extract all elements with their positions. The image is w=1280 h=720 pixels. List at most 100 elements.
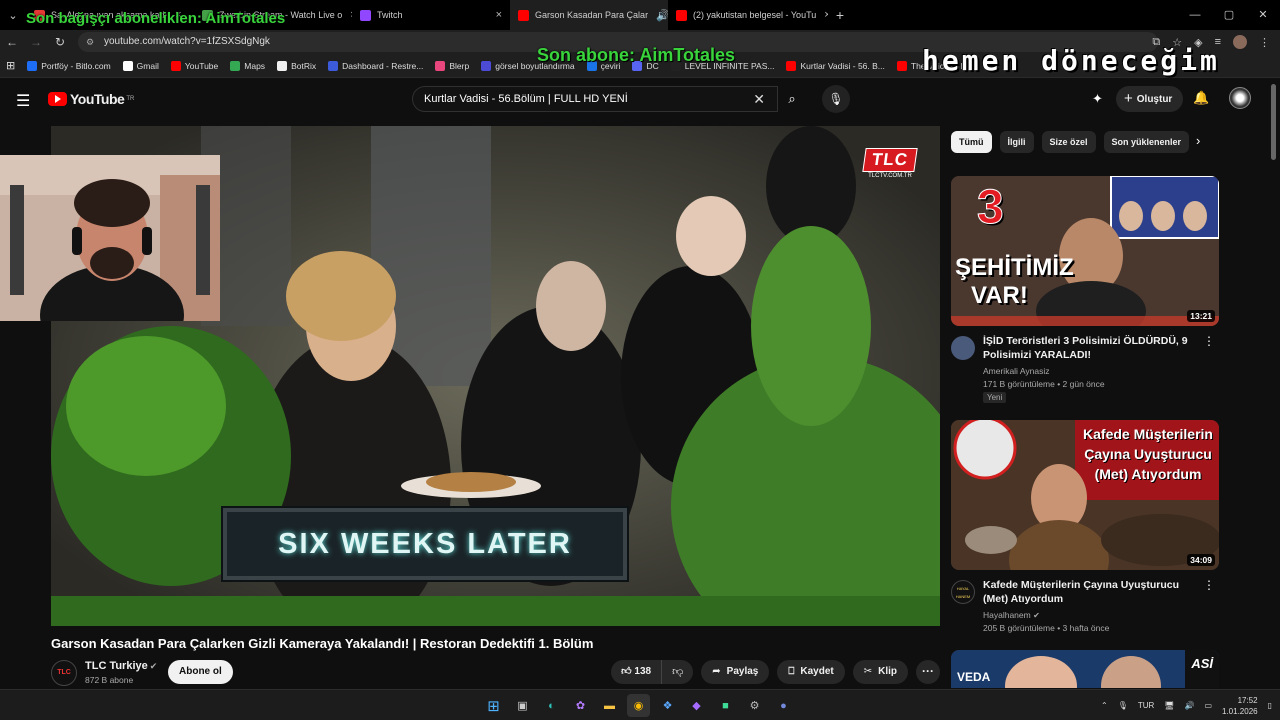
maximize-button[interactable]: ▢ <box>1212 0 1246 30</box>
thumb-number: 3 <box>977 181 1005 235</box>
channel-name[interactable]: TLC Turkiye ✔ <box>85 660 157 672</box>
save-button[interactable]: ⎕ Kaydet <box>777 660 845 684</box>
clear-search-icon[interactable]: ✕ <box>753 87 765 111</box>
chip-for-you[interactable]: Size özel <box>1041 131 1096 153</box>
bookmark-label: YouTube <box>184 60 219 71</box>
reload-button[interactable]: ↻ <box>48 35 72 49</box>
recommended-video[interactable]: 3 ŞEHİTİMİZ VAR! 13:21 İŞİD Teröristleri… <box>951 176 1219 406</box>
chevron-right-icon[interactable]: › <box>1196 133 1200 148</box>
chip-all[interactable]: Tümü <box>951 131 992 153</box>
notifications-icon[interactable]: ▯ <box>1268 701 1272 710</box>
file-explorer-icon[interactable]: ▬ <box>598 694 621 717</box>
chip-related[interactable]: İlgili <box>999 131 1034 153</box>
back-button[interactable]: ← <box>0 35 24 49</box>
tab-audio-icon[interactable]: 🔊 <box>656 9 668 22</box>
new-tab-button[interactable]: + <box>828 7 852 23</box>
bookmark-favicon <box>27 60 38 71</box>
discord-icon[interactable]: ● <box>772 694 795 717</box>
tab-favicon <box>676 9 687 21</box>
recommended-channel[interactable]: Hayalhanem ✔ <box>983 610 1040 620</box>
share-button[interactable]: ➦ Paylaş <box>701 660 770 684</box>
bookmark-item[interactable]: YouTube <box>170 60 219 71</box>
youtube-logo[interactable]: YouTube TR <box>48 91 134 107</box>
browser-menu-icon[interactable]: ⋮ <box>1259 36 1270 49</box>
create-button[interactable]: + Oluştur <box>1116 86 1184 112</box>
channel-avatar[interactable]: TLC <box>51 660 77 686</box>
channel-name-text: Hayalhanem <box>983 610 1031 620</box>
language-indicator[interactable]: TUR <box>1138 701 1154 710</box>
bookmark-item[interactable]: BotRix <box>277 60 316 71</box>
search-button[interactable]: ⌕ <box>778 86 806 112</box>
edge-icon[interactable]: ◐ <box>540 694 563 717</box>
copilot-icon[interactable]: ✿ <box>569 694 592 717</box>
bookmark-item[interactable]: Portföy - Bitlo.com <box>27 60 111 71</box>
tab-close-icon[interactable]: × <box>824 9 828 21</box>
video-thumbnail[interactable]: VEDA ASİ <box>951 650 1219 688</box>
tab-close-icon[interactable]: × <box>496 9 502 21</box>
channel-avatar[interactable] <box>951 336 975 360</box>
app-icon[interactable]: ■ <box>714 694 737 717</box>
clip-button[interactable]: ✂ Klip <box>852 660 908 684</box>
video-duration: 13:21 <box>1187 310 1215 322</box>
tab-search-icon[interactable]: ⌄ <box>0 9 26 22</box>
recommended-title[interactable]: Kafede Müşterilerin Çayına Uyuşturucu (M… <box>983 578 1203 606</box>
browser-tab-active[interactable]: Garson Kasadan Para Çalar 🔊 × <box>510 0 668 30</box>
overlay-brb-text: hemen döneceğim <box>922 44 1220 77</box>
tab-label: Twitch <box>377 10 403 20</box>
browser-tab[interactable]: Twitch × <box>352 0 510 30</box>
more-options-icon[interactable]: ⋮ <box>1203 578 1215 592</box>
taskbar: ⊞ ▣ ◐ ✿ ▬ ◉ ❖ ◆ ■ ⚙ ● ⌃ 🎙 TUR 🖥 🔊 ▭ 17:5… <box>0 689 1280 720</box>
recommended-channel[interactable]: Amerikali Aynasiz <box>983 366 1049 376</box>
battery-icon[interactable]: ▭ <box>1204 701 1212 710</box>
browser-tab[interactable]: (2) yakutistan belgesel - YouTu × <box>668 0 828 30</box>
thumb-text-line: ŞEHİTİMİZ <box>955 254 1074 281</box>
like-button[interactable]: 👍︎ 138 <box>611 660 663 684</box>
tab-favicon <box>518 9 529 21</box>
account-avatar[interactable] <box>1229 87 1251 109</box>
chip-recent[interactable]: Son yüklenenler <box>1103 131 1190 153</box>
settings-icon[interactable]: ⚙ <box>743 694 766 717</box>
recommended-title[interactable]: İŞİD Teröristleri 3 Polisimizi ÖLDÜRDÜ, … <box>983 334 1203 362</box>
site-info-icon[interactable]: ⚙ <box>86 32 94 52</box>
video-thumbnail[interactable]: 3 ŞEHİTİMİZ VAR! 13:21 <box>951 176 1219 326</box>
network-icon[interactable]: 🖥 <box>1164 701 1174 710</box>
minimize-button[interactable]: — <box>1178 0 1212 30</box>
bookmark-list: Portföy - Bitlo.com Gmail YouTube Maps BotRi… <box>27 60 987 71</box>
premium-icon[interactable]: ✦ <box>1092 91 1103 107</box>
subscribe-button[interactable]: Abone ol <box>168 660 233 684</box>
microphone-icon[interactable]: 🎙 <box>1118 701 1128 710</box>
more-actions-button[interactable]: ··· <box>916 660 940 684</box>
profile-avatar[interactable] <box>1233 35 1247 49</box>
page-scrollbar[interactable] <box>1271 84 1276 160</box>
chrome-icon[interactable]: ◉ <box>627 694 650 717</box>
close-window-button[interactable]: ✕ <box>1246 0 1280 30</box>
bookmark-item[interactable]: Maps <box>230 60 265 71</box>
chevron-up-icon[interactable]: ⌃ <box>1101 701 1108 710</box>
forward-button[interactable]: → <box>24 35 48 49</box>
recommended-video[interactable]: VEDA ASİ <box>951 650 1219 688</box>
thumb-headline: Kafede Müşterilerin Çayına Uyuşturucu (M… <box>1083 426 1213 482</box>
menu-icon[interactable]: ☰ <box>16 91 30 111</box>
bookmark-item[interactable]: Gmail <box>122 60 159 71</box>
volume-icon[interactable]: 🔊 <box>1184 701 1194 710</box>
task-view-icon[interactable]: ▣ <box>511 694 534 717</box>
more-options-icon[interactable]: ⋮ <box>1203 334 1215 348</box>
bookmark-item[interactable]: Dashboard - Restre... <box>328 60 423 71</box>
notifications-bell-icon[interactable]: 🔔 <box>1193 90 1209 106</box>
start-icon[interactable]: ⊞ <box>482 694 505 717</box>
recommended-video[interactable]: Kafede Müşterilerin Çayına Uyuşturucu (M… <box>951 420 1219 640</box>
taskbar-apps: ⊞ ▣ ◐ ✿ ▬ ◉ ❖ ◆ ■ ⚙ ● <box>482 694 795 717</box>
new-badge: Yeni <box>983 392 1007 403</box>
search-input[interactable]: Kurtlar Vadisi - 56.Bölüm | FULL HD YENİ… <box>412 86 778 112</box>
apps-grid-icon[interactable]: ⊞ <box>6 59 15 72</box>
voice-search-icon[interactable]: 🎙 <box>822 85 850 113</box>
channel-avatar[interactable]: HAYAL HANEM <box>951 580 975 604</box>
bookmark-item[interactable]: Blerp <box>435 60 469 71</box>
dislike-button[interactable]: 👎︎ <box>662 660 693 684</box>
app-icon[interactable]: ❖ <box>656 694 679 717</box>
scissors-icon: ✂ <box>863 666 873 677</box>
video-thumbnail[interactable]: Kafede Müşterilerin Çayına Uyuşturucu (M… <box>951 420 1219 570</box>
clock[interactable]: 17:52 1.01.2026 <box>1222 695 1258 717</box>
twitch-icon[interactable]: ◆ <box>685 694 708 717</box>
bookmark-item[interactable]: Kurtlar Vadisi - 56. B... <box>786 60 885 71</box>
